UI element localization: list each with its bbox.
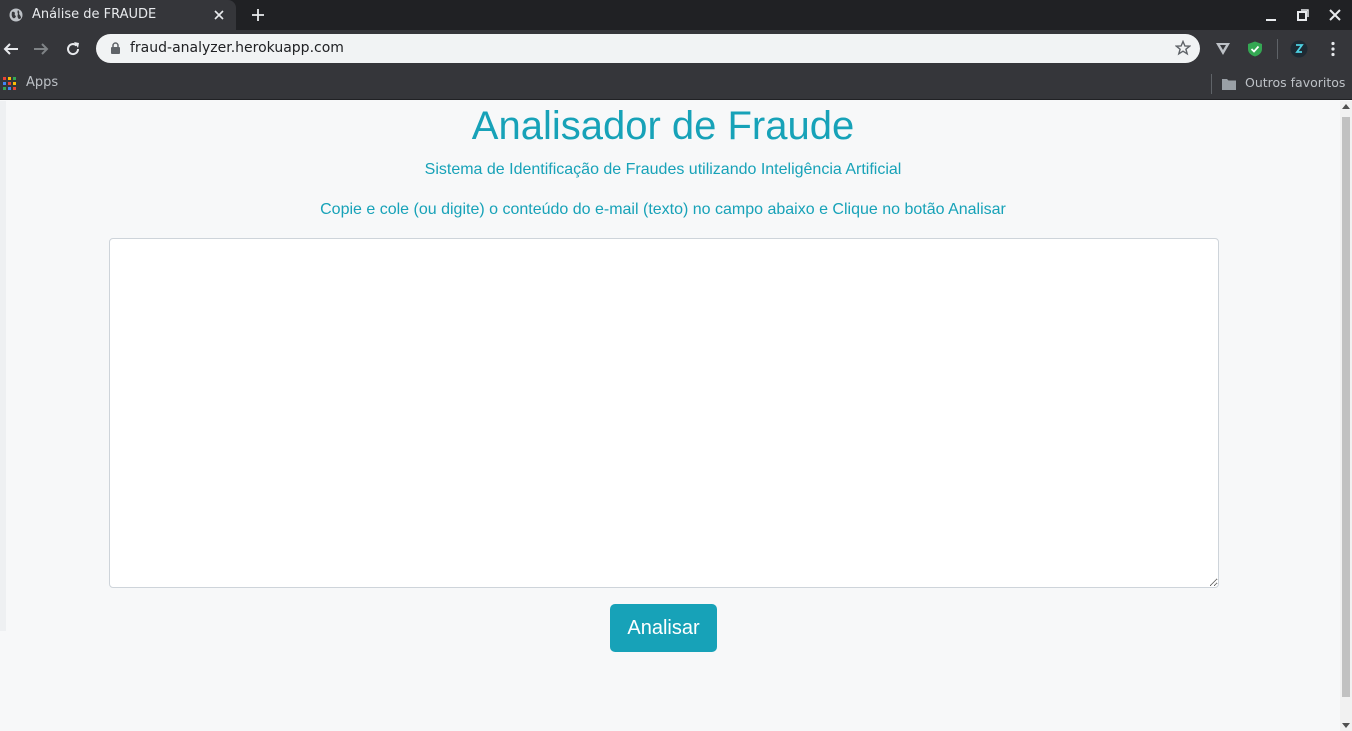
minimize-icon[interactable] — [1264, 8, 1278, 22]
bookmarks-divider — [1211, 74, 1212, 94]
bookmark-other-favorites[interactable]: Outros favoritos — [1245, 75, 1345, 90]
page-instructions: Copie e cole (ou digite) o conteúdo do e… — [320, 201, 1006, 218]
more-menu-icon[interactable] — [1324, 40, 1342, 58]
apps-grid-icon[interactable] — [3, 77, 17, 91]
browser-tab-strip: Análise de FRAUDE — [0, 0, 1352, 30]
email-content-textarea[interactable] — [109, 238, 1219, 588]
star-icon[interactable] — [1175, 40, 1191, 56]
close-icon[interactable] — [212, 8, 226, 22]
bookmarks-bar: Apps Outros favoritos — [0, 68, 1352, 100]
lock-icon[interactable] — [110, 42, 121, 55]
folder-icon[interactable] — [1222, 78, 1236, 90]
url-text: fraud-analyzer.herokuapp.com — [130, 40, 344, 56]
plus-icon[interactable] — [249, 6, 267, 24]
page-scrollbar[interactable] — [1340, 101, 1352, 731]
scroll-up-arrow-icon[interactable] — [1342, 104, 1350, 109]
scrollbar-thumb[interactable] — [1342, 117, 1350, 697]
forward-icon[interactable] — [32, 40, 50, 58]
page-left-edge — [0, 101, 6, 631]
back-icon[interactable] — [2, 40, 20, 58]
profile-extension-icon[interactable] — [1290, 40, 1308, 58]
toolbar-divider — [1277, 39, 1278, 59]
globe-icon — [9, 8, 23, 22]
close-window-icon[interactable] — [1328, 8, 1342, 22]
page-subtitle: Sistema de Identificação de Fraudes util… — [424, 161, 902, 178]
address-bar[interactable]: fraud-analyzer.herokuapp.com — [96, 34, 1200, 63]
browser-tab[interactable]: Análise de FRAUDE — [0, 0, 236, 30]
page-title: Analisador de Fraude — [471, 104, 855, 148]
page-viewport: Analisador de Fraude Sistema de Identifi… — [0, 101, 1340, 731]
reload-icon[interactable] — [64, 40, 82, 58]
tab-title: Análise de FRAUDE — [32, 7, 157, 22]
vivaldi-extension-icon[interactable] — [1214, 40, 1232, 58]
analyze-button[interactable]: Analisar — [610, 604, 717, 652]
scroll-down-arrow-icon[interactable] — [1342, 723, 1350, 728]
browser-toolbar: fraud-analyzer.herokuapp.com — [0, 30, 1352, 68]
restore-icon[interactable] — [1296, 8, 1310, 22]
bookmark-apps[interactable]: Apps — [26, 75, 58, 90]
shield-extension-icon[interactable] — [1246, 40, 1264, 58]
